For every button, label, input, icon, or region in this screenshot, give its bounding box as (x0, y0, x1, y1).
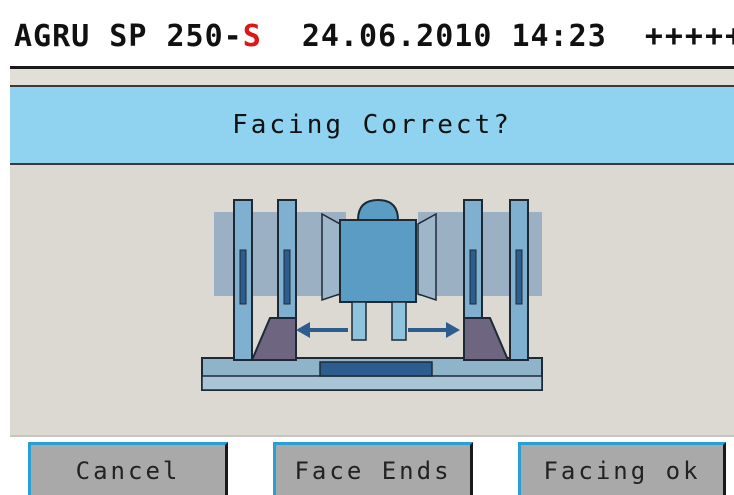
date-display: 24.06.2010 (301, 18, 493, 54)
machine-model: AGRU SP 250-S (14, 19, 262, 54)
facing-ok-button[interactable]: Facing ok (518, 442, 726, 495)
machine-display: AGRU SP 250-S 24.06.2010 14:23 +++++ Fac… (10, 6, 734, 495)
tool-leg-right (391, 301, 407, 341)
dialog-title-text: Facing Correct? (232, 110, 512, 140)
cancel-button[interactable]: Cancel (28, 442, 228, 495)
screen-bezel (0, 0, 10, 495)
date-time: 24.06.2010 14:23 (302, 19, 607, 54)
face-ends-button[interactable]: Face Ends (273, 442, 473, 495)
facing-tool-dome (356, 198, 400, 221)
right-wedge (463, 317, 510, 361)
right-pipe-end (417, 212, 437, 302)
center-slide (319, 361, 433, 377)
model-suffix: S (242, 18, 262, 54)
left-inner-slot (283, 249, 291, 305)
base-rail (201, 375, 543, 391)
content-area (10, 165, 734, 437)
sub-header-bar (10, 69, 734, 87)
left-arrow-icon (296, 322, 310, 338)
left-pipe-end (321, 212, 341, 302)
facing-tool (339, 219, 417, 303)
dialog-title: Facing Correct? (10, 87, 734, 165)
button-bar: Cancel Face Ends Facing ok (10, 437, 734, 495)
right-outer-slot (515, 249, 523, 305)
status-indicator: +++++ (644, 18, 734, 54)
facing-machine-illustration (201, 198, 543, 391)
left-outer-slot (239, 249, 247, 305)
left-wedge (250, 317, 297, 361)
status-header: AGRU SP 250-S 24.06.2010 14:23 +++++ (10, 6, 734, 69)
model-name: AGRU SP 250- (14, 18, 243, 54)
right-arrow-icon (446, 322, 460, 338)
right-inner-slot (469, 249, 477, 305)
time-display: 14:23 (511, 18, 607, 54)
tool-leg-left (351, 301, 367, 341)
